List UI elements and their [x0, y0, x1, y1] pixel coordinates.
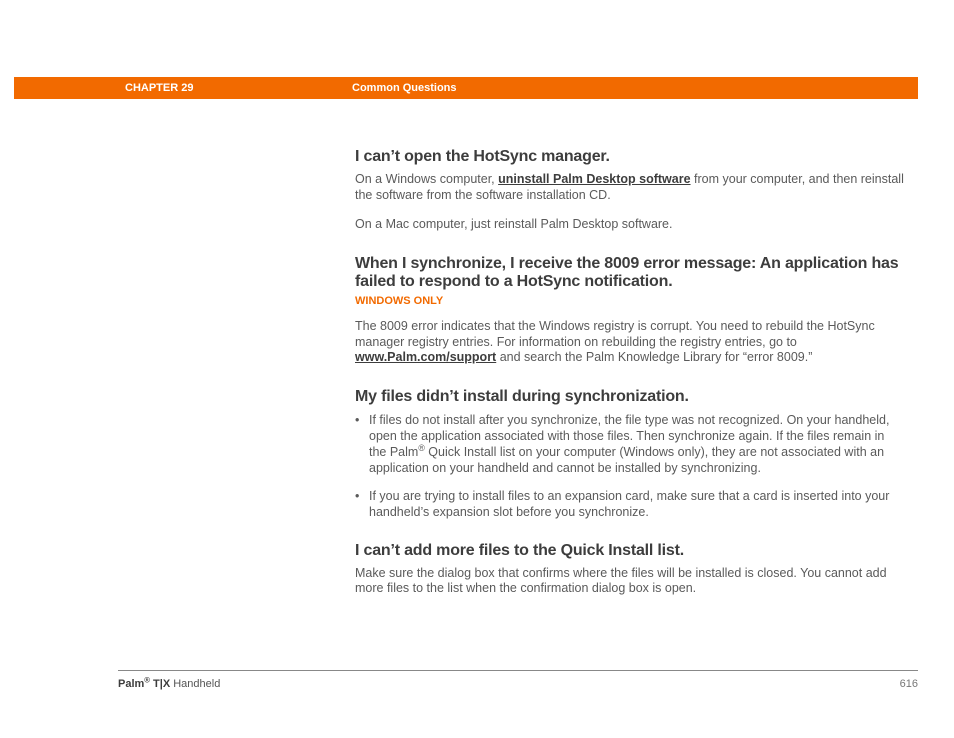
list-item: If files do not install after you synchr… — [355, 412, 905, 476]
section-hotsync-open: I can’t open the HotSync manager. On a W… — [355, 148, 905, 233]
link-palm-support[interactable]: www.Palm.com/support — [355, 350, 496, 364]
link-uninstall-palm-desktop[interactable]: uninstall Palm Desktop software — [498, 172, 690, 186]
section-label: Common Questions — [352, 82, 457, 94]
header-bar: CHAPTER 29 Common Questions — [14, 77, 918, 99]
section-quick-install-list: I can’t add more files to the Quick Inst… — [355, 542, 905, 597]
text: Quick Install list on your computer (Win… — [369, 445, 884, 475]
brand: Palm — [118, 678, 144, 690]
text: The 8009 error indicates that the Window… — [355, 319, 875, 349]
product-suffix: Handheld — [170, 678, 220, 690]
text: and search the Palm Knowledge Library fo… — [496, 350, 812, 364]
product-name: Palm® T|X Handheld — [118, 678, 220, 690]
section-error-8009: When I synchronize, I receive the 8009 e… — [355, 255, 905, 366]
chapter-label: CHAPTER 29 — [125, 82, 193, 94]
page-number: 616 — [900, 678, 918, 690]
content-area: I can’t open the HotSync manager. On a W… — [355, 148, 905, 619]
text: On a Windows computer, — [355, 172, 498, 186]
footer: Palm® T|X Handheld 616 — [118, 678, 918, 690]
document-page: CHAPTER 29 Common Questions I can’t open… — [0, 0, 954, 738]
paragraph: Make sure the dialog box that confirms w… — [355, 566, 905, 597]
heading: My files didn’t install during synchroni… — [355, 388, 905, 406]
paragraph: The 8009 error indicates that the Window… — [355, 319, 905, 366]
heading: When I synchronize, I receive the 8009 e… — [355, 255, 905, 291]
footer-divider — [118, 670, 918, 671]
section-files-not-install: My files didn’t install during synchroni… — [355, 388, 905, 520]
bullet-list: If files do not install after you synchr… — [355, 412, 905, 520]
list-item: If you are trying to install files to an… — [355, 488, 905, 520]
heading: I can’t add more files to the Quick Inst… — [355, 542, 905, 560]
heading: I can’t open the HotSync manager. — [355, 148, 905, 166]
paragraph: On a Mac computer, just reinstall Palm D… — [355, 217, 905, 233]
windows-only-badge: WINDOWS ONLY — [355, 295, 905, 307]
paragraph: On a Windows computer, uninstall Palm De… — [355, 172, 905, 203]
model: T|X — [150, 678, 170, 690]
